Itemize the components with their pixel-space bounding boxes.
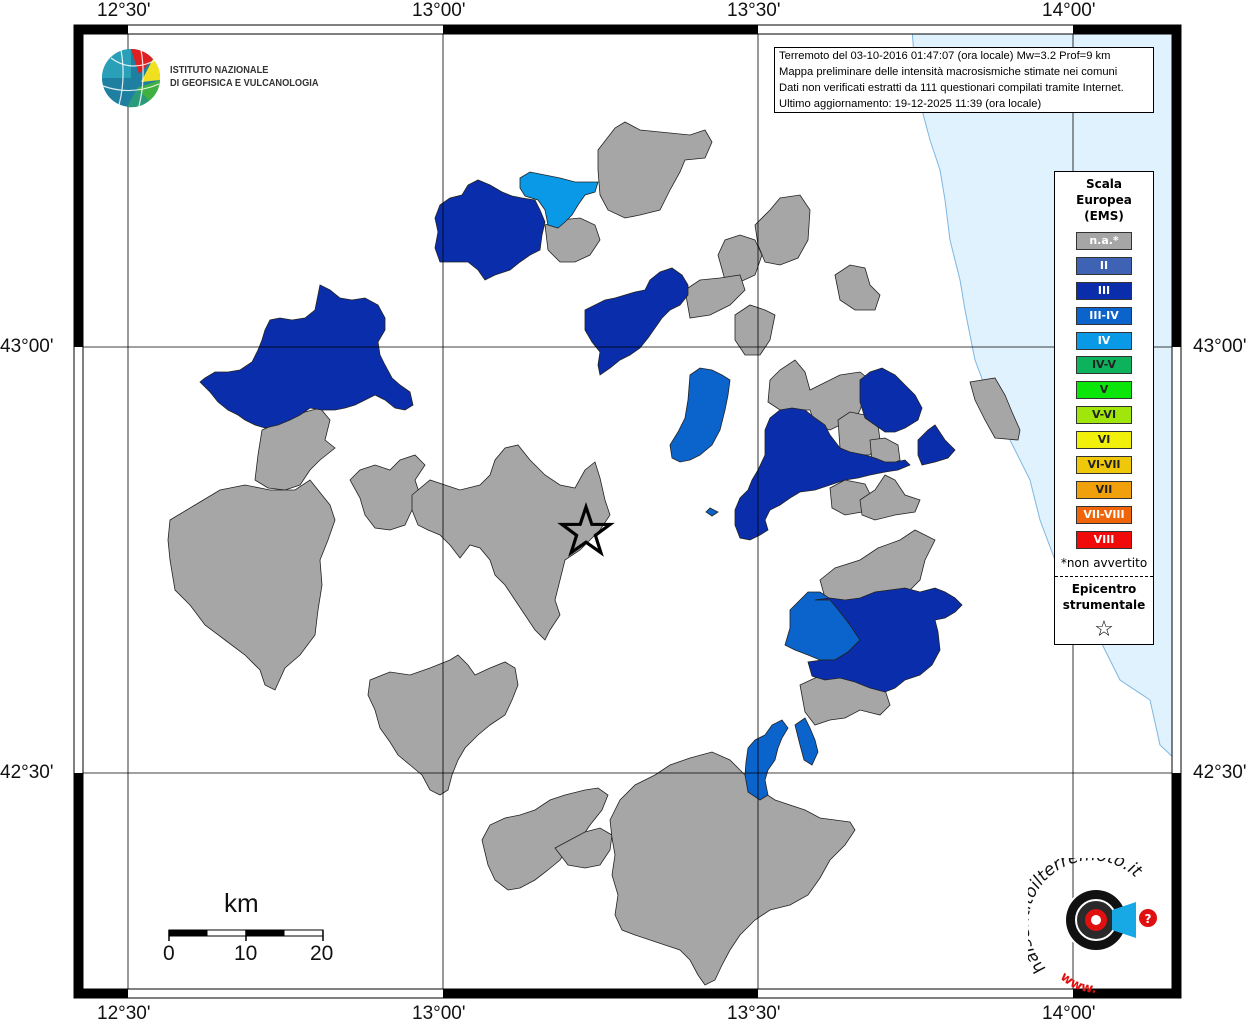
ingv-logo-line1: ISTITUTO NAZIONALE <box>170 64 269 76</box>
lon-tick-label-bottom: 14°00' <box>1042 1003 1096 1024</box>
legend-title-line: Europea <box>1076 193 1132 207</box>
legend-star-icon: ☆ <box>1094 616 1114 642</box>
legend-note: *non avvertito <box>1060 555 1148 570</box>
legend-item: VIII <box>1076 530 1132 549</box>
scale-bar-label: 0 <box>163 942 175 965</box>
event-info-box: Terremoto del 03-10-2016 01:47:07 (ora l… <box>774 47 1154 113</box>
legend-item: II <box>1076 256 1132 275</box>
scale-bar-label: 10 <box>234 942 258 965</box>
lon-tick-label-top: 13°00' <box>412 0 466 21</box>
legend-items: n.a.* II III III-IV IV IV-V V V-VI VI VI-VII VII VI… <box>1055 232 1153 549</box>
legend-item: VI <box>1076 431 1132 450</box>
legend-item: IV-V <box>1076 356 1132 375</box>
svg-text:www.: www. <box>1057 969 1097 996</box>
legend-item: VI-VII <box>1076 456 1132 475</box>
lon-tick-label-top: 13°30' <box>727 0 781 21</box>
legend-item: V-VI <box>1076 406 1132 425</box>
lat-tick-label-right: 42°30' <box>1193 762 1247 783</box>
scale-bar-title: km <box>224 888 259 918</box>
legend-title-line: Scala <box>1085 177 1123 191</box>
legend-epicenter-line: Epicentro <box>1071 581 1137 596</box>
legend-epicenter-line: strumentale <box>1062 597 1146 612</box>
legend-item: III <box>1076 281 1132 300</box>
lon-tick-label-top: 14°00' <box>1042 0 1096 21</box>
event-info-line: Ultimo aggiornamento: 19-12-2025 11:39 (… <box>779 98 1042 110</box>
lon-tick-label-top: 12°30' <box>97 0 151 21</box>
lon-tick-label-bottom: 12°30' <box>97 1003 151 1024</box>
lat-tick-label-left: 42°30' <box>0 762 54 783</box>
legend-item: IV <box>1076 331 1132 350</box>
ingv-logo-text: ISTITUTO NAZIONALE DI GEOFISICA E VULCAN… <box>170 64 319 90</box>
event-info-line: Mappa preliminare delle intensità macros… <box>779 66 1118 78</box>
ems-legend: Scala Europea (EMS) n.a.* II III III-IV IV IV… <box>1054 171 1154 645</box>
ingv-logo-line2: DI GEOFISICA E VULCANOLOGIA <box>170 77 319 89</box>
scale-bar-label: 20 <box>310 942 334 965</box>
lon-tick-label-bottom: 13°00' <box>412 1003 466 1024</box>
legend-divider <box>1055 575 1153 577</box>
legend-item: VII-VIII <box>1076 505 1132 524</box>
legend-item: V <box>1076 381 1132 400</box>
event-info-line: Terremoto del 03-10-2016 01:47:07 (ora l… <box>779 50 1111 62</box>
globe-icon <box>102 48 161 108</box>
lat-tick-label-left: 43°00' <box>0 336 54 357</box>
legend-title: Scala Europea (EMS) <box>1055 176 1153 224</box>
svg-text:?: ? <box>1145 912 1152 926</box>
legend-item: III-IV <box>1076 306 1132 325</box>
legend-title-line: (EMS) <box>1084 209 1124 223</box>
legend-epicenter-label: Epicentro strumentale <box>1055 581 1153 613</box>
lat-tick-label-right: 43°00' <box>1193 336 1247 357</box>
seismometer-icon: ? haisentitoilterremoto.it www. <box>1028 858 1157 997</box>
event-info-line: Dati non verificati estratti da 111 ques… <box>779 82 1124 94</box>
legend-item: n.a.* <box>1076 232 1132 250</box>
legend-item: VII <box>1076 480 1132 499</box>
lon-tick-label-bottom: 13°30' <box>727 1003 781 1024</box>
